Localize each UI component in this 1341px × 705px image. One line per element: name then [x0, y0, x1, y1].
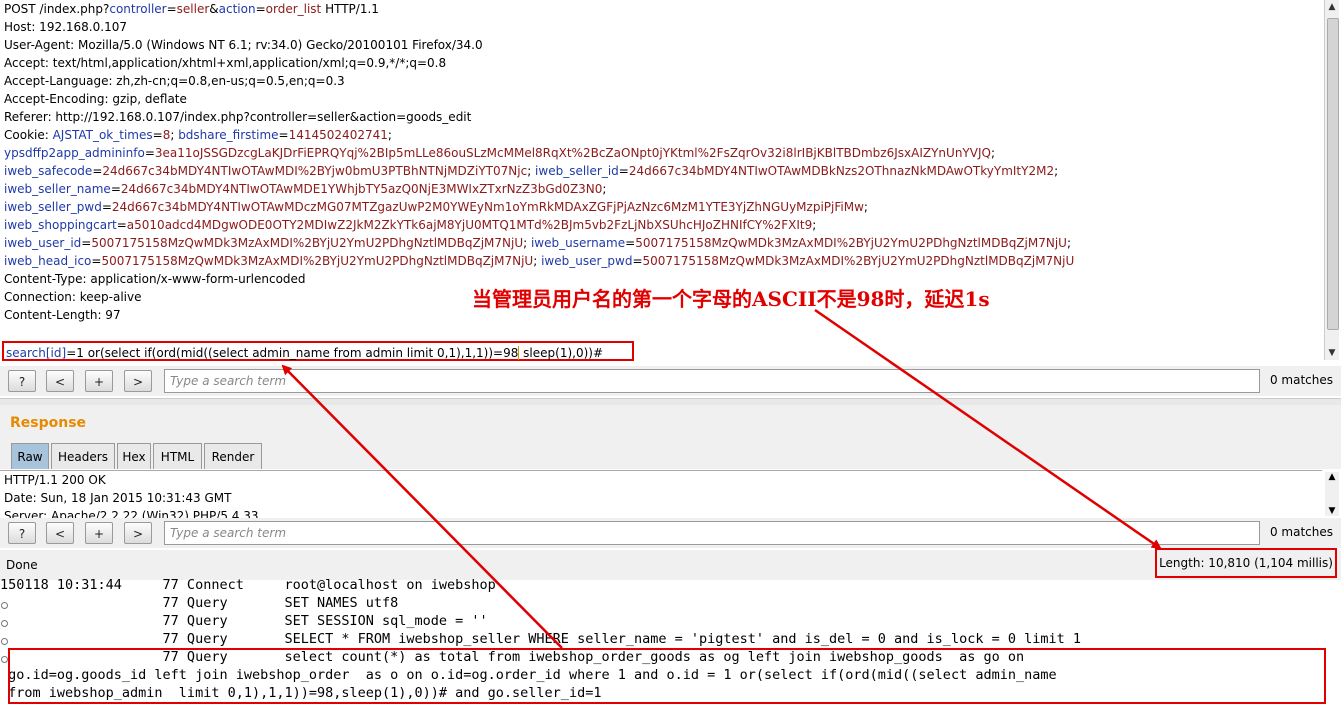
log-highlight-box: [8, 648, 1326, 704]
cookie-line: iweb_shoppingcart=a5010adcd4MDgwODE0OTY2…: [4, 218, 817, 232]
response-line: Date: Sun, 18 Jan 2015 10:31:43 GMT: [4, 491, 232, 505]
tab-html[interactable]: HTML: [153, 443, 202, 469]
header-referer: Referer: http://192.168.0.107/index.php?…: [4, 110, 472, 124]
tab-render[interactable]: Render: [204, 443, 262, 469]
search-input[interactable]: Type a search term: [164, 521, 1260, 545]
request-search-bar: ? < + > Type a search term 0 matches: [0, 366, 1341, 396]
next-button[interactable]: >: [124, 370, 152, 392]
scroll-up-icon[interactable]: ▲: [1325, 0, 1339, 14]
response-line: HTTP/1.1 200 OK: [4, 473, 106, 487]
log-line: 77 Query SET NAMES utf8: [0, 595, 399, 611]
scroll-up-icon[interactable]: ▲: [1325, 472, 1339, 482]
tab-hex[interactable]: Hex: [117, 443, 151, 469]
injection-payload[interactable]: search[id]=1 or(select if(ord(mid((selec…: [2, 341, 634, 361]
response-length: Length: 10,810 (1,104 millis): [1155, 548, 1337, 578]
match-count: 0 matches: [1269, 525, 1333, 539]
tab-headers[interactable]: Headers: [51, 443, 115, 469]
cookie-line: iweb_user_id=5007175158MzQwMDk3MzAxMDI%2…: [4, 236, 1071, 250]
cookie-line: Cookie: AJSTAT_ok_times=8; bdshare_first…: [4, 128, 392, 142]
response-search-bar: ? < + > Type a search term 0 matches: [0, 518, 1341, 548]
add-button[interactable]: +: [85, 370, 113, 392]
header-accept-language: Accept-Language: zh,zh-cn;q=0.8,en-us;q=…: [4, 74, 345, 88]
request-scrollbar[interactable]: ▲ ▼: [1324, 0, 1339, 360]
cookie-line: iweb_seller_pwd=24d667c34bMDY4NTIwOTAwMD…: [4, 200, 868, 214]
log-line: 77 Query SET SESSION sql_mode = '': [0, 613, 488, 629]
next-button[interactable]: >: [124, 522, 152, 544]
log-line: 150118 10:31:44 77 Connect root@localhos…: [0, 577, 496, 593]
scroll-down-icon[interactable]: ▼: [1325, 346, 1339, 360]
header-accept: Accept: text/html,application/xhtml+xml,…: [4, 56, 447, 70]
help-button[interactable]: ?: [8, 370, 36, 392]
response-title: Response: [10, 415, 87, 431]
annotation-text: 当管理员用户名的第一个字母的ASCII不是98时，延迟1s: [472, 287, 990, 311]
response-body[interactable]: HTTP/1.1 200 OK Date: Sun, 18 Jan 2015 1…: [0, 470, 1322, 519]
response-scrollbar[interactable]: ▲ ▼: [1325, 472, 1339, 516]
cookie-line: iweb_seller_name=24d667c34bMDY4NTIwOTAwM…: [4, 182, 607, 196]
request-line: POST /index.php?controller=seller&action…: [4, 2, 379, 16]
add-button[interactable]: +: [85, 522, 113, 544]
header-content-length: Content-Length: 97: [4, 308, 121, 322]
log-line: 77 Query SELECT * FROM iwebshop_seller W…: [0, 631, 1081, 647]
previous-button[interactable]: <: [46, 522, 74, 544]
scroll-thumb[interactable]: [1327, 18, 1339, 330]
help-button[interactable]: ?: [8, 522, 36, 544]
tab-raw[interactable]: Raw: [11, 443, 49, 469]
header-content-type: Content-Type: application/x-www-form-url…: [4, 272, 306, 286]
header-host: Host: 192.168.0.107: [4, 20, 127, 34]
cookie-line: iweb_safecode=24d667c34bMDY4NTIwOTAwMDI%…: [4, 164, 1059, 178]
header-accept-encoding: Accept-Encoding: gzip, deflate: [4, 92, 187, 106]
search-input[interactable]: Type a search term: [164, 369, 1260, 393]
scroll-down-icon[interactable]: ▼: [1325, 506, 1339, 516]
match-count: 0 matches: [1269, 373, 1333, 387]
previous-button[interactable]: <: [46, 370, 74, 392]
cookie-line: iweb_head_ico=5007175158MzQwMDk3MzAxMDI%…: [4, 254, 1075, 268]
response-panel: Response Raw Headers Hex HTML Render: [0, 405, 1341, 469]
header-user-agent: User-Agent: Mozilla/5.0 (Windows NT 6.1;…: [4, 38, 483, 52]
header-connection: Connection: keep-alive: [4, 290, 142, 304]
cookie-line: ypsdffp2app_admininfo=3ea11oJSSGDzcgLaKJ…: [4, 146, 995, 160]
status-text: Done: [6, 558, 38, 572]
